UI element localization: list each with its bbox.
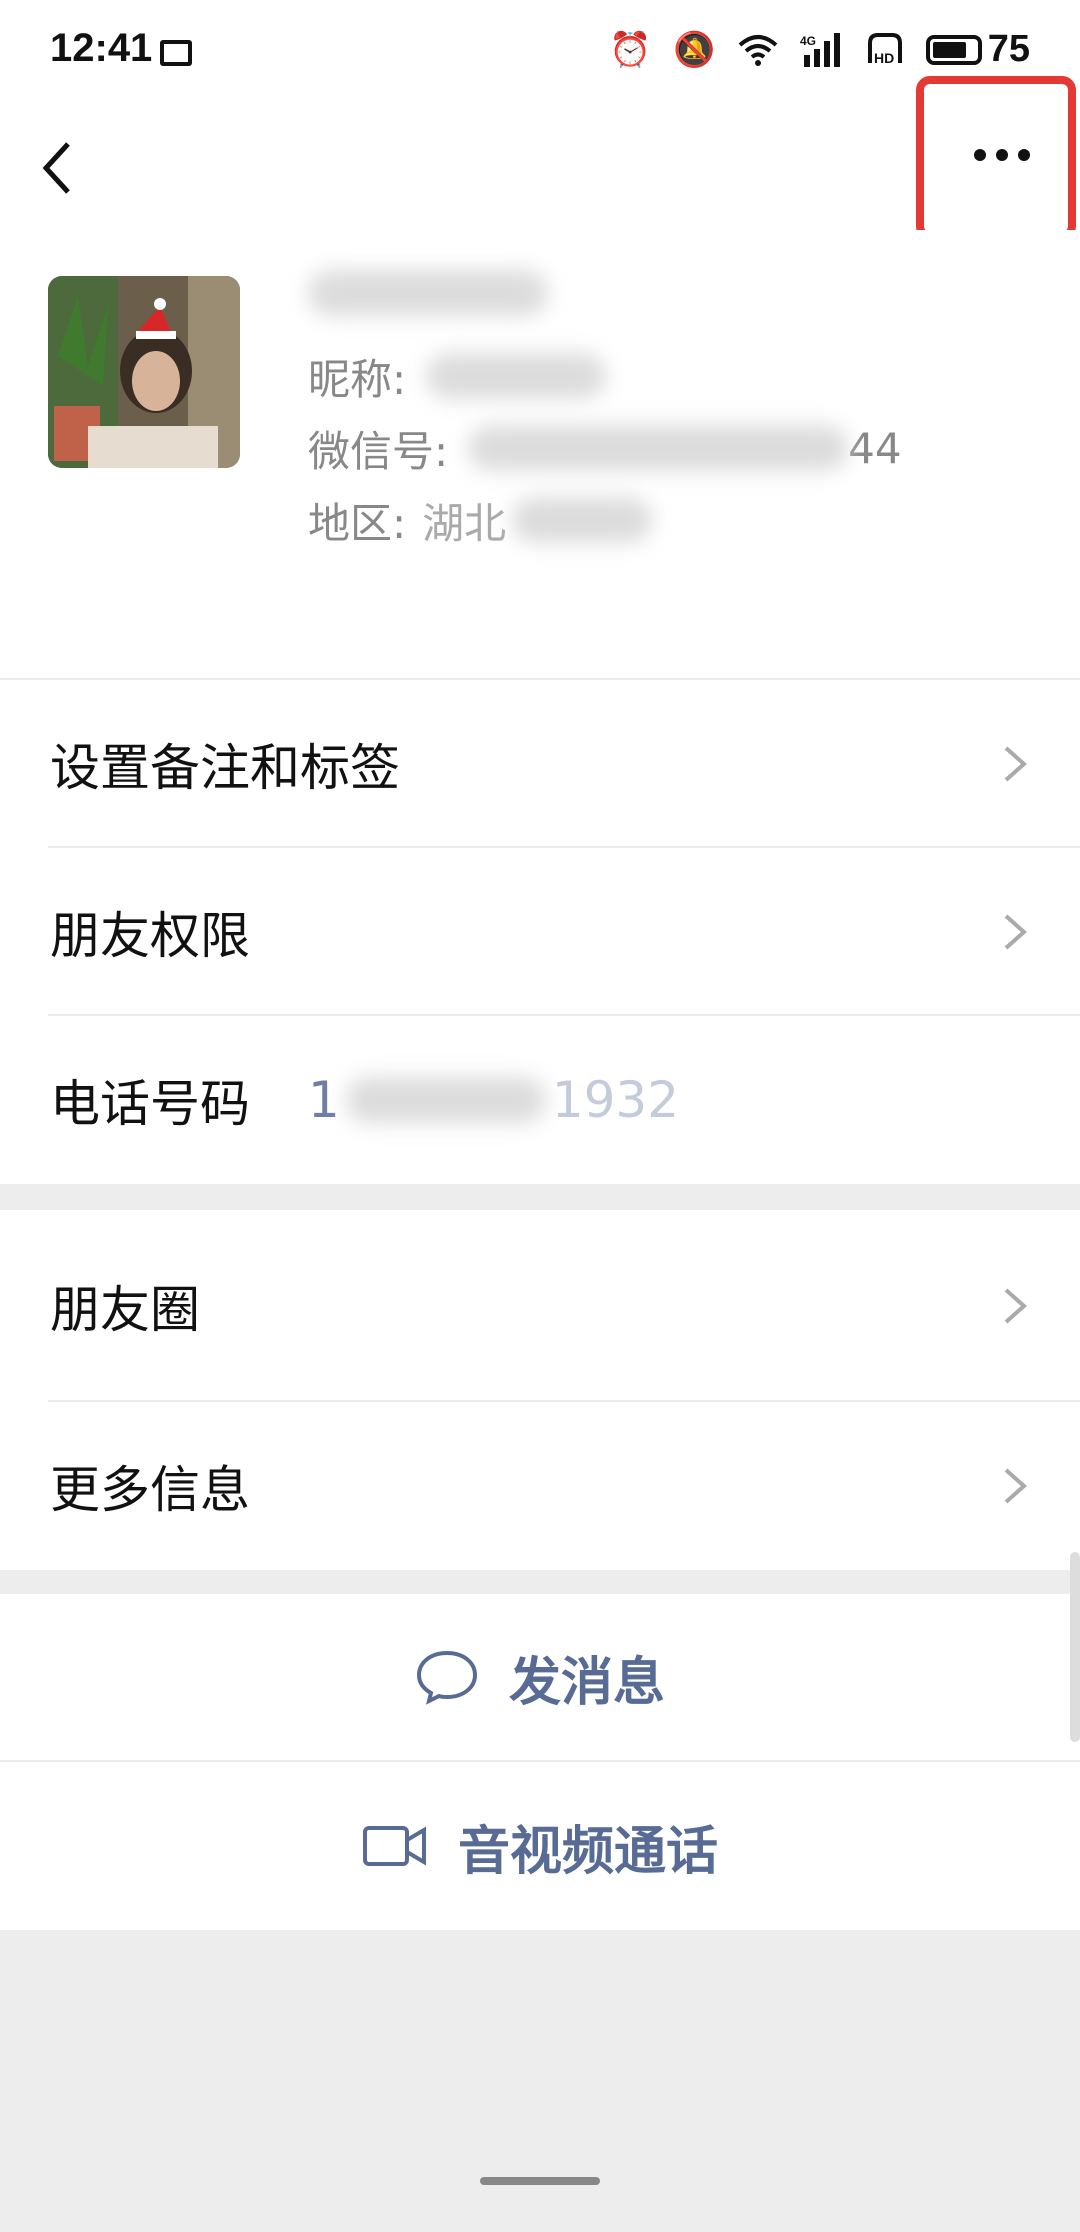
nickname-label: 昵称: (308, 354, 407, 404)
status-icons: ⏰ 🔕 4G HD 75 (609, 28, 1030, 71)
friend-permissions-label: 朋友权限 (50, 907, 250, 965)
wechat-id-row: 微信号: 44 (308, 412, 902, 484)
mute-icon: 🔕 (673, 29, 716, 70)
back-arrow-icon (42, 142, 70, 194)
profile-info: 昵称: 微信号: 44 地区: 湖北 (308, 270, 902, 556)
signal-4g-icon: 4G (800, 32, 840, 67)
phone-tail: 1932 (551, 1071, 680, 1129)
chevron-right-icon (1004, 1288, 1028, 1324)
region-value: 湖北 (422, 498, 507, 548)
region-label: 地区: (308, 498, 407, 548)
status-time: 12:41 (50, 26, 153, 70)
home-indicator[interactable] (480, 2177, 600, 2185)
battery-level: 75 (987, 28, 1030, 70)
moments-label: 朋友圈 (50, 1281, 200, 1339)
remark-tags-row[interactable]: 设置备注和标签 (0, 680, 1080, 848)
alarm-icon: ⏰ (609, 29, 652, 70)
video-camera-icon (362, 1826, 426, 1866)
wechat-id-label: 微信号: (308, 426, 449, 476)
chevron-right-icon (1004, 914, 1028, 950)
avatar[interactable] (48, 276, 240, 468)
menu-group-2: 朋友圈 更多信息 (0, 1210, 1080, 1570)
battery-icon: 75 (925, 28, 1030, 71)
more-info-row[interactable]: 更多信息 (0, 1402, 1080, 1570)
more-dots-icon (974, 149, 1030, 161)
send-message-button[interactable]: 发消息 (0, 1594, 1080, 1762)
phone-value[interactable]: 1 1932 (308, 1071, 679, 1129)
display-name (308, 270, 902, 340)
chevron-right-icon (1004, 746, 1028, 782)
chat-bubble-icon (416, 1650, 477, 1705)
phone-label: 电话号码 (50, 1075, 250, 1133)
back-button[interactable] (36, 128, 116, 208)
more-info-label: 更多信息 (50, 1461, 250, 1519)
send-message-label: 发消息 (508, 1652, 665, 1713)
menu-group-1: 设置备注和标签 朋友权限 电话号码 1 1932 (0, 678, 1080, 1184)
svg-text:HD: HD (874, 50, 894, 66)
phone-row[interactable]: 电话号码 1 1932 (0, 1016, 1080, 1184)
phone-head: 1 (308, 1071, 340, 1129)
moments-row[interactable]: 朋友圈 (0, 1210, 1080, 1402)
remark-tags-label: 设置备注和标签 (50, 739, 400, 797)
region-row: 地区: 湖北 (308, 484, 902, 556)
wifi-icon (738, 34, 778, 66)
hd-icon: HD (867, 32, 902, 66)
more-button[interactable] (916, 76, 1076, 240)
nickname-row: 昵称: (308, 340, 902, 412)
scrollbar[interactable] (1070, 1552, 1080, 1742)
chevron-right-icon (1004, 1468, 1028, 1504)
image-icon (160, 40, 192, 66)
svg-text:4G: 4G (800, 34, 816, 48)
video-call-button[interactable]: 音视频通话 (0, 1762, 1080, 1930)
friend-permissions-row[interactable]: 朋友权限 (0, 848, 1080, 1016)
wechat-id-tail: 44 (848, 423, 902, 473)
video-call-label: 音视频通话 (457, 1821, 718, 1882)
profile-card: 昵称: 微信号: 44 地区: 湖北 (0, 230, 1080, 678)
